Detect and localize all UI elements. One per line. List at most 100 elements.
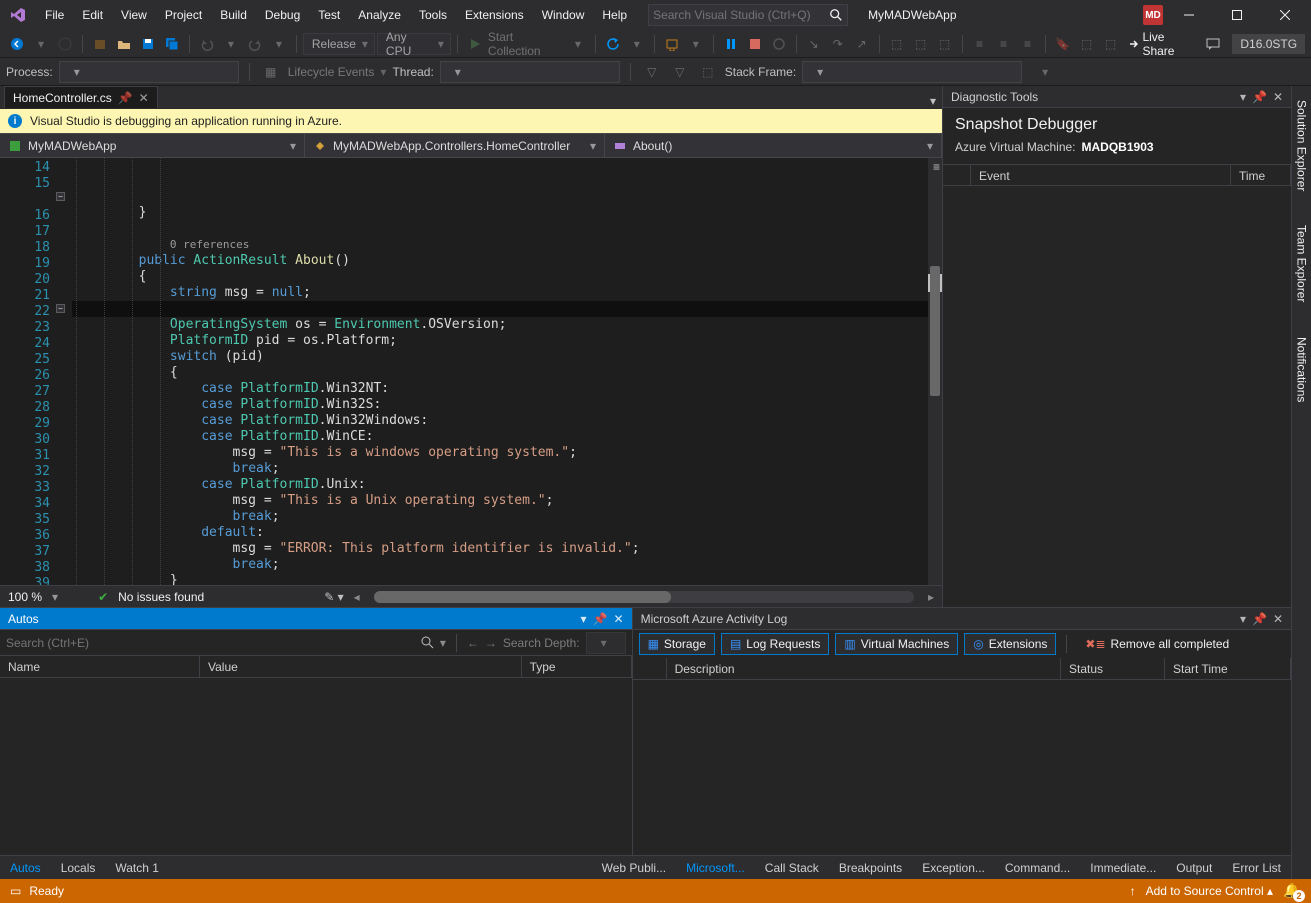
- menu-project[interactable]: Project: [156, 0, 211, 30]
- bottom-tab[interactable]: Exception...: [918, 856, 989, 880]
- menu-file[interactable]: File: [36, 0, 73, 30]
- nav-project[interactable]: MyMADWebApp▾: [0, 134, 305, 157]
- window-position-icon[interactable]: ▾: [1240, 612, 1246, 626]
- bottom-tab[interactable]: Locals: [57, 856, 100, 880]
- minimize-button[interactable]: [1167, 0, 1211, 30]
- depth-combo[interactable]: ▾: [586, 632, 626, 654]
- search-icon[interactable]: [421, 636, 434, 649]
- menu-window[interactable]: Window: [533, 0, 594, 30]
- window-position-icon[interactable]: ▾: [581, 612, 587, 626]
- save-all-button[interactable]: [161, 33, 183, 55]
- branch-indicator[interactable]: D16.0STG: [1232, 34, 1305, 54]
- col-event[interactable]: Event: [971, 165, 1231, 185]
- thread-combo[interactable]: ▾: [440, 61, 620, 83]
- open-file-button[interactable]: [113, 33, 135, 55]
- menu-help[interactable]: Help: [593, 0, 636, 30]
- bottom-tab[interactable]: Web Publi...: [598, 856, 670, 880]
- quick-search[interactable]: [648, 4, 848, 26]
- close-button[interactable]: [1263, 0, 1307, 30]
- notifications-button[interactable]: 🔔 2: [1283, 882, 1301, 900]
- code-area[interactable]: } 0 references public ActionResult About…: [72, 158, 942, 585]
- pin-icon[interactable]: 📌: [1252, 612, 1267, 626]
- quick-search-input[interactable]: [653, 8, 829, 22]
- fold-toggle[interactable]: −: [56, 192, 65, 201]
- bottom-tab[interactable]: Output: [1172, 856, 1216, 880]
- nav-class[interactable]: MyMADWebApp.Controllers.HomeController▾: [305, 134, 605, 157]
- info-bar: i Visual Studio is debugging an applicat…: [0, 109, 942, 133]
- save-button[interactable]: [137, 33, 159, 55]
- close-tab-icon[interactable]: ✕: [139, 91, 149, 105]
- menu-test[interactable]: Test: [309, 0, 349, 30]
- pin-icon[interactable]: 📌: [1252, 90, 1267, 104]
- split-icon[interactable]: ≡: [933, 160, 940, 174]
- close-panel-icon[interactable]: ✕: [1273, 90, 1283, 104]
- azure-title: Microsoft Azure Activity Log: [641, 612, 788, 626]
- fold-toggle[interactable]: −: [56, 304, 65, 313]
- rail-team-explorer[interactable]: Team Explorer: [1293, 217, 1311, 310]
- search-icon: [829, 8, 843, 22]
- rail-notifications[interactable]: Notifications: [1293, 329, 1311, 410]
- vertical-scrollbar[interactable]: ≡: [928, 158, 942, 585]
- zoom-level[interactable]: 100 %: [8, 590, 42, 604]
- nav-back-button[interactable]: [6, 33, 28, 55]
- azure-filter-extensions[interactable]: ◎Extensions: [964, 633, 1056, 655]
- close-panel-icon[interactable]: ✕: [614, 612, 624, 626]
- bottom-tab[interactable]: Microsoft...: [682, 856, 749, 880]
- col-status[interactable]: Status: [1061, 658, 1165, 679]
- close-panel-icon[interactable]: ✕: [1273, 612, 1283, 626]
- remove-icon: ✖≣: [1085, 637, 1105, 651]
- menu-view[interactable]: View: [112, 0, 156, 30]
- pause-button[interactable]: [720, 33, 742, 55]
- bottom-tab[interactable]: Watch 1: [111, 856, 163, 880]
- step-out-button: ↗: [851, 33, 873, 55]
- maximize-button[interactable]: [1215, 0, 1259, 30]
- bottom-tab[interactable]: Error List: [1228, 856, 1285, 880]
- nav-member[interactable]: About()▾: [605, 134, 942, 157]
- stackframe-combo[interactable]: ▾: [802, 61, 1022, 83]
- tabwell-dropdown-icon[interactable]: ▾: [930, 94, 936, 108]
- bottom-tab[interactable]: Command...: [1001, 856, 1074, 880]
- azure-filter-log-requests[interactable]: ▤Log Requests: [721, 633, 829, 655]
- process-combo[interactable]: ▾: [59, 61, 239, 83]
- horizontal-scrollbar[interactable]: [374, 591, 914, 603]
- remove-completed-button[interactable]: ✖≣ Remove all completed: [1077, 633, 1237, 655]
- pen-icon[interactable]: ✎ ▾: [324, 590, 343, 604]
- config-combo[interactable]: Release▾: [303, 33, 375, 55]
- platform-combo[interactable]: Any CPU▾: [377, 33, 451, 55]
- azure-filter-storage[interactable]: ▦Storage: [639, 633, 715, 655]
- pin-icon[interactable]: 📌: [593, 612, 608, 626]
- live-share-button[interactable]: Live Share: [1124, 33, 1195, 55]
- bottom-tab[interactable]: Call Stack: [761, 856, 823, 880]
- bottom-tab[interactable]: Autos: [6, 856, 45, 880]
- refresh-button[interactable]: [602, 33, 624, 55]
- bottom-tab[interactable]: Immediate...: [1086, 856, 1160, 880]
- col-type[interactable]: Type: [522, 656, 632, 677]
- col-name[interactable]: Name: [0, 656, 200, 677]
- pin-icon[interactable]: 📌: [118, 91, 133, 105]
- col-start[interactable]: Start Time: [1165, 658, 1291, 679]
- menu-debug[interactable]: Debug: [256, 0, 309, 30]
- window-position-icon[interactable]: ▾: [1240, 90, 1246, 104]
- col-desc[interactable]: Description: [667, 658, 1061, 679]
- menu-extensions[interactable]: Extensions: [456, 0, 533, 30]
- vscroll-thumb[interactable]: [930, 266, 940, 396]
- process-label: Process:: [6, 65, 53, 79]
- main-menu: FileEditViewProjectBuildDebugTestAnalyze…: [36, 0, 636, 30]
- user-avatar[interactable]: MD: [1143, 5, 1163, 25]
- rail-solution-explorer[interactable]: Solution Explorer: [1293, 92, 1311, 199]
- document-tab[interactable]: HomeController.cs 📌 ✕: [4, 86, 158, 108]
- menu-analyze[interactable]: Analyze: [349, 0, 410, 30]
- menu-tools[interactable]: Tools: [410, 0, 456, 30]
- menu-build[interactable]: Build: [211, 0, 256, 30]
- azure-filter-virtual-machines[interactable]: ▥Virtual Machines: [835, 633, 958, 655]
- col-time[interactable]: Time: [1231, 165, 1291, 185]
- stop-button[interactable]: [744, 33, 766, 55]
- autos-search-input[interactable]: [6, 636, 415, 650]
- code-editor[interactable]: − − 1415 1617181920212223242526272829303…: [0, 158, 942, 585]
- menu-edit[interactable]: Edit: [73, 0, 112, 30]
- browser-link-button[interactable]: [661, 33, 683, 55]
- col-value[interactable]: Value: [200, 656, 522, 677]
- bottom-tab[interactable]: Breakpoints: [835, 856, 906, 880]
- feedback-button[interactable]: [1202, 33, 1224, 55]
- scm-button[interactable]: Add to Source Control ▴: [1146, 884, 1273, 898]
